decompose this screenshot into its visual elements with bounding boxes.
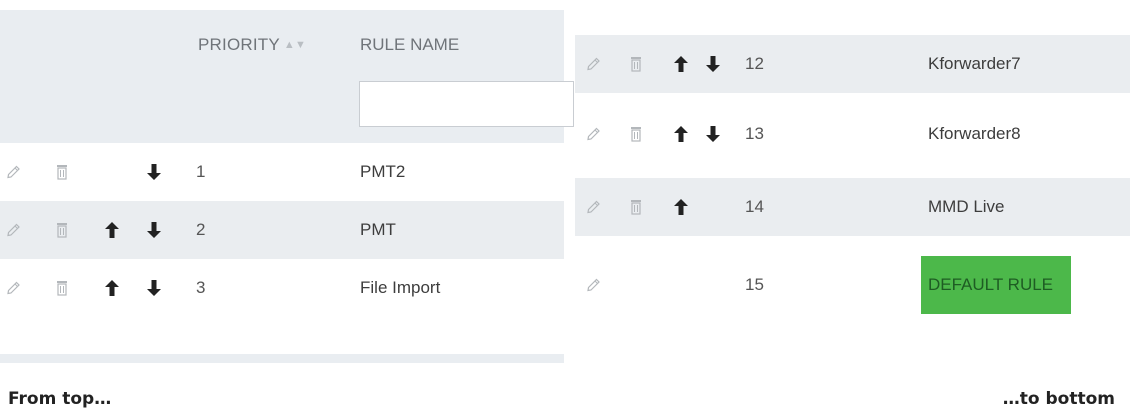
edit-pencil-icon[interactable]: [587, 58, 600, 71]
priority-cell: 14: [745, 197, 764, 216]
priority-header-label: PRIORITY: [198, 35, 280, 54]
priority-cell: 1: [196, 162, 206, 181]
rule-name-cell: File Import: [360, 278, 441, 297]
table-row: 2 PMT: [0, 201, 564, 259]
rule-name-cell: MMD Live: [928, 197, 1005, 216]
move-down-arrow-icon[interactable]: [147, 222, 161, 238]
delete-trash-icon[interactable]: [630, 56, 642, 72]
table-row: 13 Kforwarder8: [575, 105, 1130, 163]
table-row: 1 PMT2: [0, 143, 564, 201]
caption-to-bottom: …to bottom: [1002, 389, 1115, 409]
caption-from-top: From top…: [8, 389, 112, 409]
table-row: 12 Kforwarder7: [575, 35, 1130, 93]
rule-name-cell: DEFAULT RULE: [928, 275, 1054, 294]
rule-name-cell: PMT: [360, 220, 396, 239]
priority-cell: 12: [745, 54, 764, 73]
move-up-arrow-icon[interactable]: [674, 199, 688, 215]
delete-trash-icon[interactable]: [56, 280, 68, 296]
rules-table-top: PRIORITY ▲▼ RULE NAME 1 PMT2 2 PMT 3 File…: [0, 10, 574, 364]
move-up-arrow-icon[interactable]: [674, 56, 688, 72]
priority-cell: 2: [196, 220, 206, 239]
edit-pencil-icon[interactable]: [587, 279, 600, 292]
move-up-arrow-icon[interactable]: [105, 222, 119, 238]
default-rule-cell: DEFAULT RULE: [921, 256, 1071, 314]
table-header: PRIORITY ▲▼ RULE NAME: [0, 10, 574, 143]
rule-name-cell: PMT2: [360, 162, 406, 181]
rules-table-bottom: 12 Kforwarder7 13 Kforwarder8 14 MMD Liv…: [575, 35, 1130, 330]
priority-cell: 3: [196, 278, 206, 297]
delete-trash-icon[interactable]: [56, 164, 68, 180]
priority-cell: 13: [745, 124, 764, 143]
table-row: 14 MMD Live: [575, 178, 1130, 236]
priority-cell: 15: [745, 275, 764, 294]
table-footer-divider: [0, 354, 564, 363]
move-down-arrow-icon[interactable]: [706, 56, 720, 72]
move-down-arrow-icon[interactable]: [706, 126, 720, 142]
table-row: 15 DEFAULT RULE: [575, 256, 1130, 314]
move-down-arrow-icon[interactable]: [147, 164, 161, 180]
table-row: 3 File Import: [0, 259, 564, 317]
move-down-arrow-icon[interactable]: [147, 280, 161, 296]
delete-trash-icon[interactable]: [630, 126, 642, 142]
move-up-arrow-icon[interactable]: [674, 126, 688, 142]
rule-name-column-header[interactable]: RULE NAME: [360, 35, 459, 55]
delete-trash-icon[interactable]: [56, 222, 68, 238]
edit-pencil-icon[interactable]: [587, 201, 600, 214]
edit-pencil-icon[interactable]: [587, 128, 600, 141]
rule-name-filter-input[interactable]: [359, 81, 574, 127]
rule-name-cell: Kforwarder8: [928, 124, 1021, 143]
edit-pencil-icon[interactable]: [7, 166, 20, 179]
sort-icon[interactable]: ▲▼: [284, 39, 306, 51]
delete-trash-icon[interactable]: [630, 199, 642, 215]
rule-name-cell: Kforwarder7: [928, 54, 1021, 73]
move-up-arrow-icon[interactable]: [105, 280, 119, 296]
edit-pencil-icon[interactable]: [7, 282, 20, 295]
priority-column-header[interactable]: PRIORITY ▲▼: [198, 35, 306, 55]
edit-pencil-icon[interactable]: [7, 224, 20, 237]
